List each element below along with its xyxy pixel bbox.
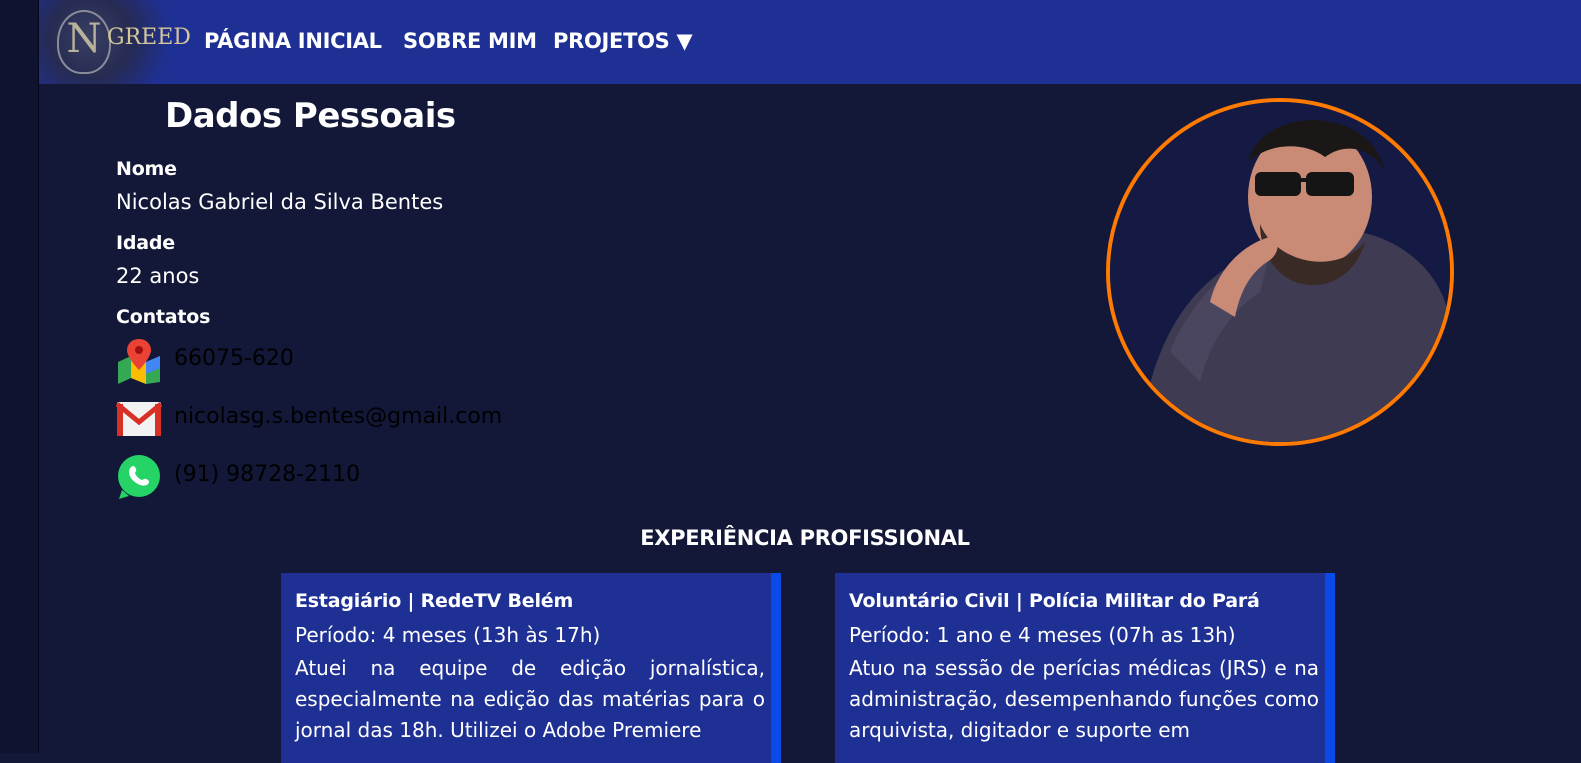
experience-card-period: Período: 4 meses (13h às 17h) xyxy=(295,623,601,647)
name-value: Nicolas Gabriel da Silva Bentes xyxy=(116,190,444,214)
experience-card-description: Atuo na sessão de perícias médicas (JRS)… xyxy=(849,656,1319,742)
left-rail xyxy=(0,0,39,753)
contact-whatsapp-text[interactable]: (91) 98728-2110 xyxy=(174,462,360,487)
experience-card-period: Período: 1 ano e 4 meses (07h as 13h) xyxy=(849,623,1236,647)
profile-photo-figure xyxy=(1110,102,1450,442)
contacts-label: Contatos xyxy=(116,306,211,328)
contact-email-text[interactable]: nicolasg.s.bentes@gmail.com xyxy=(174,404,502,429)
map-pin-icon xyxy=(118,339,160,384)
profile-photo xyxy=(1106,98,1454,446)
logo-text: GREED xyxy=(107,25,191,50)
age-value: 22 anos xyxy=(116,264,200,288)
site-logo[interactable]: N GREED xyxy=(39,0,191,84)
nav-dropdown-projects[interactable]: PROJETOS ▼ xyxy=(553,29,693,53)
logo-letter: N xyxy=(66,16,102,62)
name-label: Nome xyxy=(116,158,177,180)
experience-card-title: Voluntário Civil | Polícia Militar do Pa… xyxy=(849,590,1260,612)
experience-card: Voluntário Civil | Polícia Militar do Pa… xyxy=(835,573,1335,763)
nav-link-home[interactable]: PÁGINA INICIAL xyxy=(204,29,382,53)
experience-card-title: Estagiário | RedeTV Belém xyxy=(295,590,574,612)
age-label: Idade xyxy=(116,232,175,254)
contact-address-text: 66075-620 xyxy=(174,346,294,371)
personal-data-title: Dados Pessoais xyxy=(165,96,456,136)
experience-card-description: Atuei na equipe de edição jornalística, … xyxy=(295,656,765,742)
gmail-icon xyxy=(116,402,162,436)
nav-link-about[interactable]: SOBRE MIM xyxy=(403,29,537,53)
experience-card: Estagiário | RedeTV Belém Período: 4 mes… xyxy=(281,573,781,763)
navbar: N GREED PÁGINA INICIAL SOBRE MIM PROJETO… xyxy=(39,0,1581,84)
experience-section-title: EXPERIÊNCIA PROFISSIONAL xyxy=(640,526,970,550)
logo-emblem-icon: N xyxy=(57,10,111,74)
whatsapp-icon xyxy=(118,455,160,499)
